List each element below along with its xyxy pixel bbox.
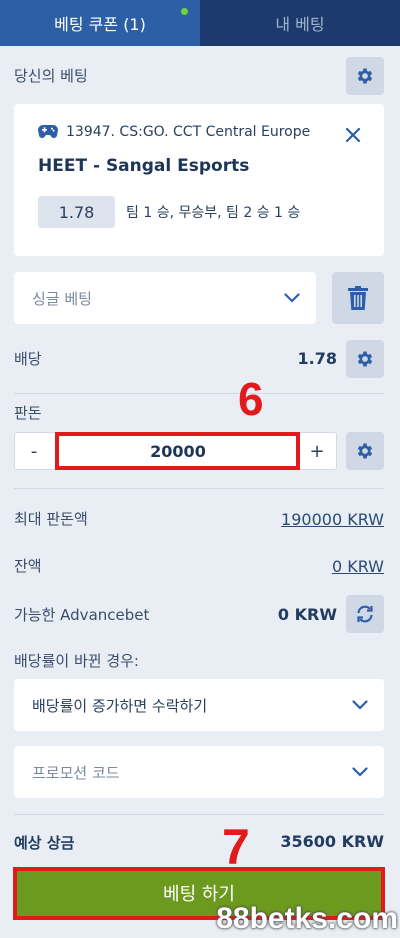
chevron-down-icon [352, 700, 368, 710]
tab-bar: 베팅 쿠폰 (1) 내 베팅 [0, 0, 400, 46]
bet-type-value: 싱글 베팅 [32, 289, 92, 308]
bet-event: HEET - Sangal Esports [38, 156, 250, 176]
highlight-box-stake [55, 432, 300, 470]
tab-bet-slip-label: 베팅 쿠폰 (1) [54, 15, 146, 34]
max-stake-link[interactable]: 190000 KRW [281, 510, 384, 529]
stake-decrease-button[interactable]: - [15, 433, 53, 469]
odds-value: 1.78 [297, 349, 337, 368]
divider [14, 393, 384, 394]
odds-label: 배당 [14, 350, 42, 368]
refresh-icon [357, 605, 373, 623]
bet-type-select[interactable]: 싱글 베팅 [14, 272, 316, 324]
delete-button[interactable] [332, 272, 384, 324]
odds-change-value: 배당률이 증가하면 수락하기 [32, 696, 208, 715]
tab-my-bets-label: 내 베팅 [275, 15, 325, 34]
max-stake-label: 최대 판돈액 [14, 510, 88, 528]
divider [14, 814, 384, 815]
trash-icon [348, 286, 368, 310]
stake-increase-button[interactable]: + [298, 433, 336, 469]
advancebet-value: 0 KRW [277, 605, 337, 624]
gear-icon [357, 351, 373, 367]
bet-odds: 1.78 [38, 196, 115, 228]
chevron-down-icon [284, 293, 300, 303]
watermark: 88betks.com [216, 902, 398, 935]
bet-league-text: 13947. CS:GO. CCT Central Europe [66, 124, 311, 140]
gear-icon [357, 68, 373, 84]
tab-bet-slip[interactable]: 베팅 쿠폰 (1) [0, 0, 200, 46]
potential-win-value: 35600 KRW [280, 832, 384, 851]
balance-link[interactable]: 0 KRW [332, 557, 384, 576]
chevron-down-icon [352, 767, 368, 777]
tab-my-bets[interactable]: 내 베팅 [200, 0, 400, 46]
refresh-button[interactable] [346, 595, 384, 633]
step-6-label: 6 [238, 373, 264, 425]
potential-win-label: 예상 상금 [14, 834, 75, 852]
bet-pick: 팀 1 승, 무승부, 팀 2 승 1 승 [126, 205, 301, 221]
bet-league: 13947. CS:GO. CCT Central Europe [38, 124, 310, 140]
promo-code-placeholder: 프로모션 코드 [32, 763, 120, 782]
odds-settings-button[interactable] [346, 340, 384, 378]
your-bets-label: 당신의 베팅 [14, 67, 88, 85]
bet-card: 13947. CS:GO. CCT Central Europe HEET - … [14, 104, 384, 256]
balance-label: 잔액 [14, 557, 42, 575]
odds-change-select[interactable]: 배당률이 증가하면 수락하기 [14, 679, 384, 731]
notification-dot [181, 8, 188, 15]
divider [14, 488, 384, 489]
stake-label: 판돈 [14, 404, 42, 422]
close-icon[interactable] [344, 126, 362, 144]
promo-code-field[interactable]: 프로모션 코드 [14, 746, 384, 798]
stake-settings-button[interactable] [346, 432, 384, 470]
advancebet-label: 가능한 Advancebet [14, 606, 150, 624]
settings-button[interactable] [346, 57, 384, 95]
gear-icon [357, 443, 373, 459]
odds-change-label: 배당률이 바뀐 경우: [14, 652, 139, 670]
gamepad-icon [38, 125, 58, 138]
